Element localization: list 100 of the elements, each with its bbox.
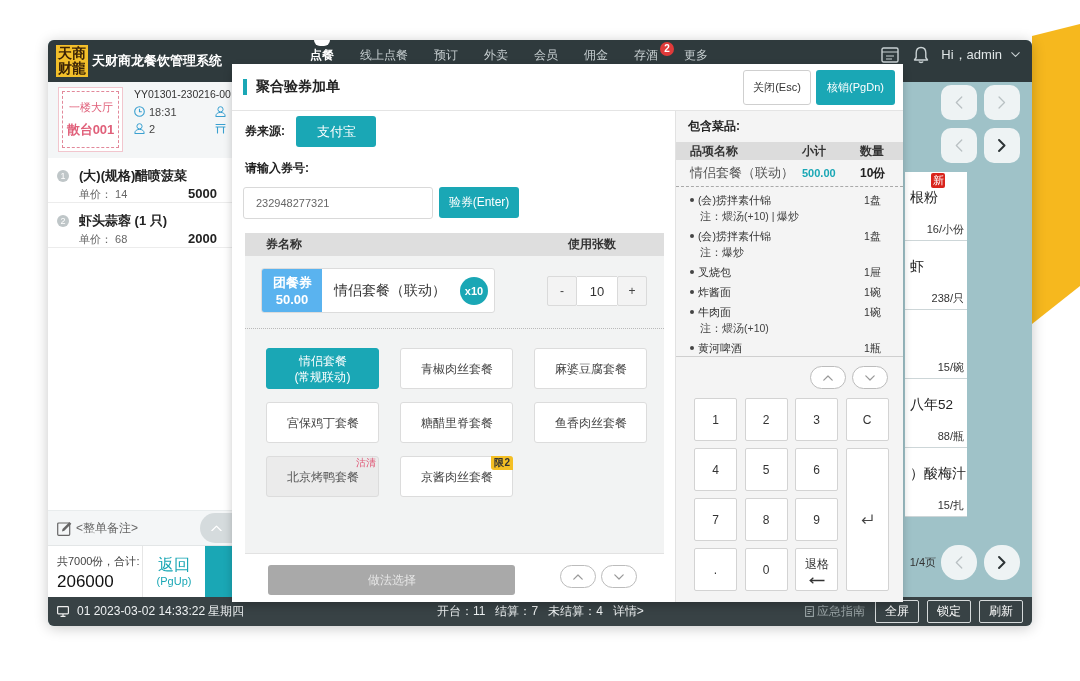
keypad-key[interactable]: 7 <box>694 498 737 541</box>
chevron-down-icon <box>865 374 875 381</box>
item-amount: 2000 <box>188 231 217 246</box>
keypad-key[interactable]: C <box>845 398 889 441</box>
user-greeting[interactable]: Hi，admin <box>941 46 1002 64</box>
bullet-icon <box>690 290 694 294</box>
keypad-key[interactable]: 5 <box>744 448 788 491</box>
sold-out-label: 沽清 <box>356 457 376 469</box>
included-title: 包含菜品: <box>688 119 741 134</box>
scroll-up-button[interactable] <box>200 513 232 543</box>
keypad-key[interactable]: 9 <box>795 498 838 541</box>
person-icon <box>134 123 145 134</box>
dish-card[interactable]: ）酸梅汁 15/扎 <box>905 448 967 517</box>
status-button[interactable]: 锁定 <box>927 600 971 623</box>
voucher-card[interactable]: 团餐券 50.00 情侣套餐（联动） x10 <box>261 268 495 313</box>
nav-tab[interactable]: 更多 <box>671 40 721 64</box>
next-button[interactable] <box>984 545 1020 580</box>
keypad-key[interactable]: 3 <box>795 398 838 441</box>
keypad-key[interactable]: . <box>694 548 737 591</box>
scroll-down-button[interactable] <box>852 366 888 389</box>
keypad-key[interactable]: 8 <box>744 498 788 541</box>
previous-button[interactable] <box>941 545 977 580</box>
package-button[interactable]: 麻婆豆腐套餐 <box>534 348 647 389</box>
package-button[interactable]: 鱼香肉丝套餐 <box>534 402 647 443</box>
enter-key[interactable] <box>845 448 889 591</box>
chevron-up-icon <box>210 524 222 532</box>
table-icon <box>215 123 226 134</box>
nav-tab[interactable]: 点餐 <box>297 40 347 64</box>
item-name: (大)(规格)醋喷菠菜 <box>79 168 189 183</box>
dish-name: 黄河啤酒 <box>698 341 743 356</box>
dish-name: 叉烧包 <box>698 265 732 280</box>
nav-tab[interactable]: 会员 <box>521 40 571 64</box>
new-badge: 新 <box>931 173 945 188</box>
guide-link[interactable]: 应急指南 <box>817 603 865 620</box>
chevron-down-icon <box>1011 52 1020 58</box>
previous-button[interactable] <box>941 85 977 120</box>
dialog-title: 聚合验券加单 <box>256 78 340 96</box>
clock-icon <box>134 106 145 117</box>
keypad-key[interactable]: 2 <box>744 398 788 441</box>
keypad-key[interactable]: 4 <box>694 448 737 491</box>
package-button[interactable]: 限2 京酱肉丝套餐 <box>400 456 513 497</box>
dish-note: 注：煨汤(+10) | 爆炒 <box>699 209 801 224</box>
terminal-info: 01 2023-03-02 14:33:22 星期四 <box>77 603 245 620</box>
close-button[interactable]: 关闭(Esc) <box>743 69 811 105</box>
keypad-key[interactable]: 1 <box>694 398 737 441</box>
chevron-up-icon <box>823 374 833 381</box>
voucher-code-field[interactable]: 232948277321 <box>243 187 433 219</box>
dish-card[interactable]: 新 根粉 16/小份 <box>905 172 967 241</box>
voucher-type: 团餐券 <box>272 273 312 291</box>
enter-icon <box>861 514 873 525</box>
nav-tab[interactable]: 外卖 <box>471 40 521 64</box>
dish-note: 注：爆炒 <box>699 245 745 260</box>
document-icon[interactable] <box>881 47 900 63</box>
quantity-field[interactable]: 10 <box>577 276 617 306</box>
next-button[interactable] <box>984 128 1020 163</box>
voucher-name: 情侣套餐（联动） <box>334 281 446 300</box>
package-button[interactable]: 糖醋里脊套餐 <box>400 402 513 443</box>
column-header: 券名称 <box>265 236 303 253</box>
package-name: 情侣套餐（联动） <box>690 164 795 182</box>
count-badge: 2 <box>660 42 674 56</box>
decrease-button[interactable]: - <box>547 276 577 306</box>
item-amount: 5000 <box>188 186 217 201</box>
keypad-key[interactable]: 0 <box>744 548 788 591</box>
guest-count: 2 <box>149 122 156 135</box>
dish-name: ）酸梅汁 <box>910 465 964 483</box>
arrow-left-icon <box>808 576 825 584</box>
keypad-key[interactable]: 6 <box>795 448 838 491</box>
table-tag[interactable]: 一楼大厅 散台001 <box>58 87 123 152</box>
backspace-key[interactable]: 退格 <box>795 548 838 591</box>
bullet-icon <box>690 270 694 274</box>
nav-tab[interactable]: 预订 <box>421 40 471 64</box>
increase-button[interactable]: + <box>617 276 647 306</box>
scroll-down-button[interactable] <box>601 565 637 588</box>
dish-price: 15/碗 <box>937 360 964 375</box>
dish-price: 15/扎 <box>937 498 964 513</box>
nav-tab[interactable]: 线上点餐 <box>347 40 421 64</box>
dish-card[interactable]: 虾 238/只 <box>905 241 967 310</box>
package-button[interactable]: 宫保鸡丁套餐 <box>266 402 379 443</box>
package-button[interactable]: 青椒肉丝套餐 <box>400 348 513 389</box>
dish-quantity: 1盘 <box>864 229 882 244</box>
dish-quantity: 1碗 <box>864 305 882 320</box>
count-badge: x10 <box>460 276 488 305</box>
item-index: 2 <box>57 215 69 227</box>
details-link[interactable]: 详情> <box>612 603 644 620</box>
nav-tab[interactable]: 存酒 2 <box>621 40 671 64</box>
dish-name: 八年52 <box>910 396 955 414</box>
dish-card[interactable]: 15/碗 <box>905 310 967 379</box>
nav-tab[interactable]: 佣金 <box>571 40 621 64</box>
dish-name: (会)捞拌素什锦 <box>698 229 772 244</box>
scroll-up-button[interactable] <box>810 366 846 389</box>
scroll-up-button[interactable] <box>560 565 596 588</box>
dish-card[interactable]: 八年52 88/瓶 <box>905 379 967 448</box>
remark-label[interactable]: <整单备注> <box>76 519 138 537</box>
action-button[interactable] <box>205 546 232 597</box>
previous-button[interactable] <box>941 128 977 163</box>
unit-price: 单价： 14 <box>79 187 129 202</box>
status-button[interactable]: 刷新 <box>979 600 1023 623</box>
bell-icon[interactable] <box>913 46 930 64</box>
bullet-icon <box>690 346 694 350</box>
dish-quantity: 1碗 <box>864 285 882 300</box>
